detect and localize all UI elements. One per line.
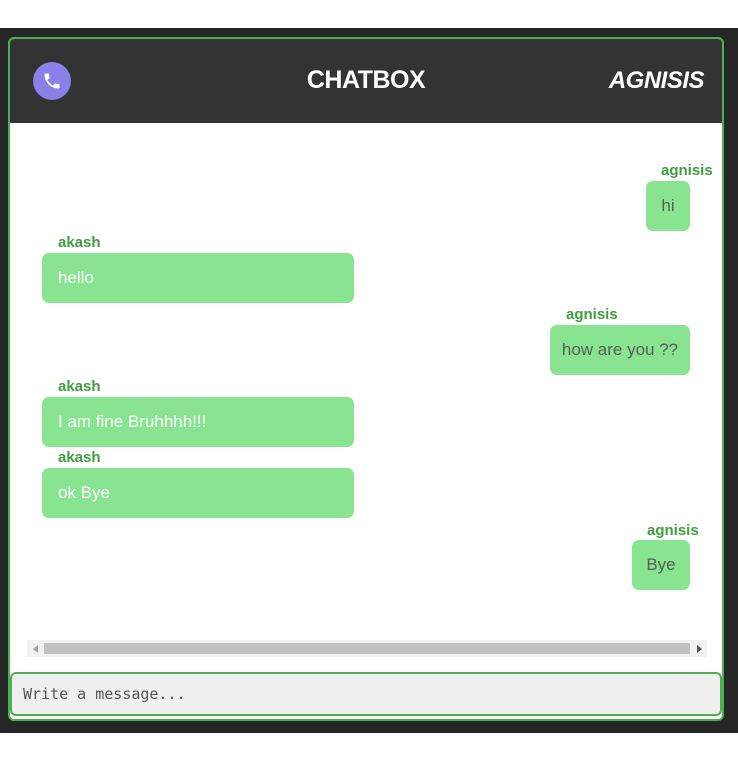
message-bubble: how are you ?? xyxy=(550,325,690,375)
message-list: agnisis hi akash hello agnisis how are y… xyxy=(10,123,722,641)
horizontal-scrollbar[interactable] xyxy=(27,640,707,657)
message-input[interactable] xyxy=(12,674,720,714)
current-user-name: AGNISIS xyxy=(608,67,705,94)
message-sender: agnisis xyxy=(647,522,699,539)
message-input-bar xyxy=(10,672,722,716)
message-sender: agnisis xyxy=(566,306,618,323)
message-bubble: hello xyxy=(42,253,354,303)
chat-window: CHATBOX AGNISIS agnisis hi akash hello a… xyxy=(8,37,724,721)
message-bubble: Bye xyxy=(632,540,690,590)
page: CHATBOX AGNISIS agnisis hi akash hello a… xyxy=(0,0,738,761)
message-sender: akash xyxy=(58,378,101,395)
scroll-right-arrow-icon[interactable] xyxy=(690,640,707,657)
scrollbar-thumb[interactable] xyxy=(44,643,690,654)
message-bubble: hi xyxy=(646,181,690,231)
message-sender: akash xyxy=(58,234,101,251)
scroll-left-arrow-icon[interactable] xyxy=(27,640,44,657)
message-bubble: ok Bye xyxy=(42,468,354,518)
message-sender: agnisis xyxy=(661,162,713,179)
chat-header: CHATBOX AGNISIS xyxy=(10,39,722,123)
message-bubble: I am fine Bruhhhh!!! xyxy=(42,397,354,447)
message-sender: akash xyxy=(58,449,101,466)
